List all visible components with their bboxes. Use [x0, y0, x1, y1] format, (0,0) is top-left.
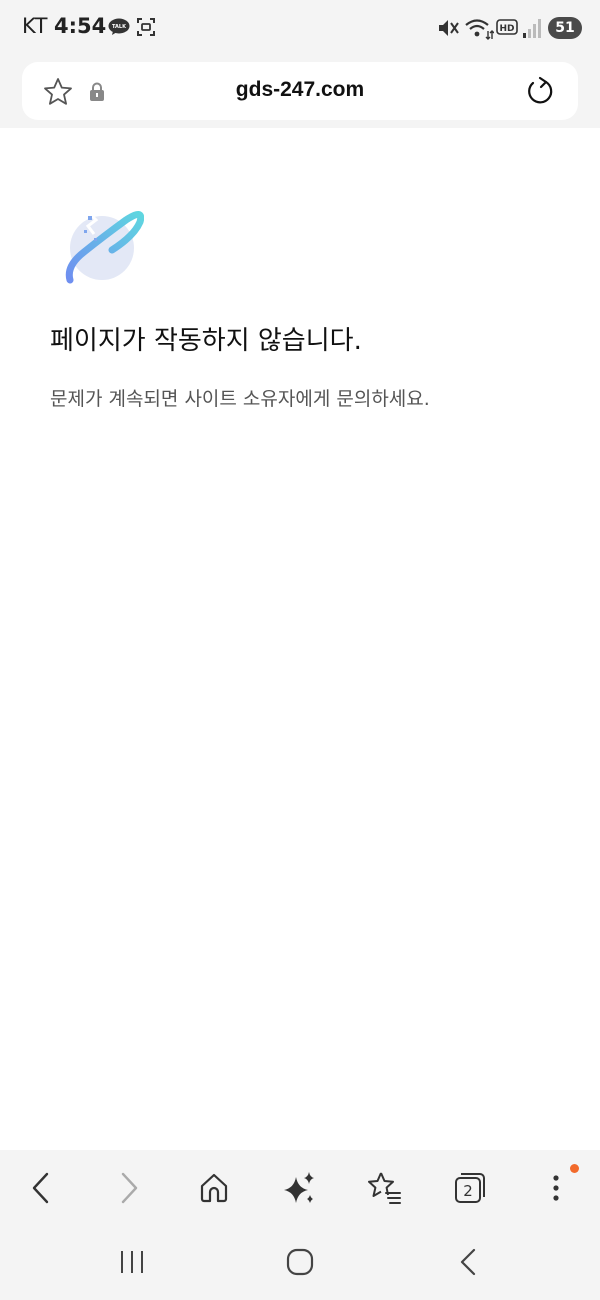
tabs-count: 2 [463, 1182, 473, 1200]
address-bar[interactable]: gds-247.com [22, 62, 578, 120]
bookmarks-icon[interactable] [364, 1168, 404, 1208]
error-title: 페이지가 작동하지 않습니다. [50, 326, 362, 356]
menu-notification-dot [570, 1164, 579, 1173]
reload-icon[interactable] [524, 76, 556, 108]
broken-globe-icon [65, 211, 144, 284]
battery-icon: 51 [548, 17, 582, 39]
tabs-icon: 2 [455, 1173, 485, 1203]
wifi-icon [465, 19, 494, 40]
carrier-time: KT 4:54 [22, 14, 106, 38]
carrier-name: KT [22, 14, 48, 38]
kakaotalk-icon: TALK [108, 18, 130, 35]
home-nav-icon[interactable] [280, 1242, 320, 1282]
url-text[interactable]: gds-247.com [22, 78, 578, 102]
status-bar: KT 4:54 TALK HD 51 [0, 0, 600, 56]
error-page: 페이지가 작동하지 않습니다. 문제가 계속되면 사이트 소유자에게 문의하세요… [0, 128, 600, 1150]
screen-capture-icon [137, 18, 155, 36]
tabs-button[interactable]: 2 [450, 1168, 490, 1208]
ai-sparkle-icon[interactable] [280, 1168, 320, 1208]
hd-voice-icon: HD [496, 19, 518, 35]
menu-icon[interactable] [536, 1168, 576, 1208]
recent-apps-icon[interactable] [112, 1242, 152, 1282]
mute-icon [439, 20, 459, 36]
clock: 4:54 [53, 14, 107, 38]
back-icon[interactable] [22, 1168, 62, 1208]
error-description: 문제가 계속되면 사이트 소유자에게 문의하세요. [50, 388, 430, 410]
hd-label: HD [499, 24, 514, 34]
forward-icon[interactable] [108, 1168, 148, 1208]
signal-icon [523, 19, 541, 38]
browser-toolbar: 2 [0, 1150, 600, 1226]
address-bar-area: gds-247.com [0, 56, 600, 128]
talk-badge-text: TALK [112, 24, 127, 30]
system-nav-bar [0, 1226, 600, 1300]
home-icon[interactable] [194, 1168, 234, 1208]
back-nav-icon[interactable] [448, 1242, 488, 1282]
